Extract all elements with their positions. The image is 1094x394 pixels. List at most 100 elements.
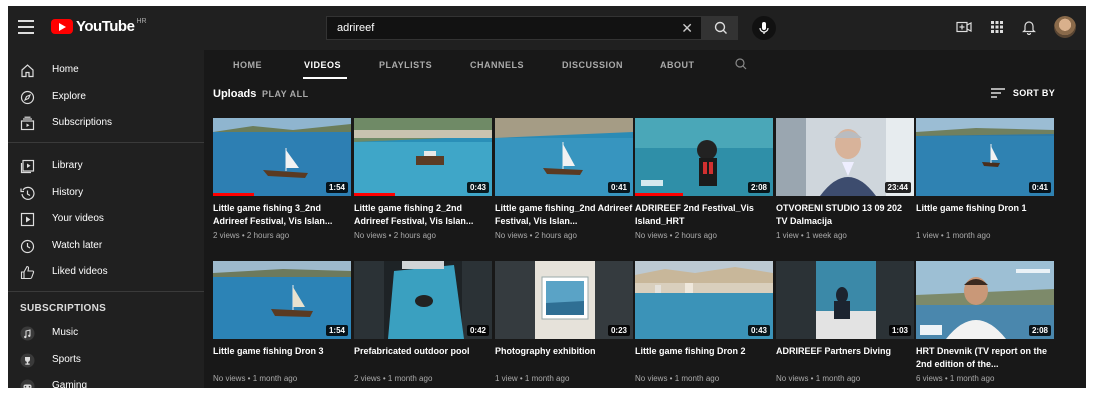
avatar[interactable] bbox=[1054, 16, 1076, 38]
video-meta: No views • 1 month ago bbox=[213, 374, 298, 383]
trophy-icon bbox=[20, 353, 35, 368]
voice-search-button[interactable] bbox=[752, 16, 776, 40]
menu-icon[interactable] bbox=[18, 20, 34, 34]
bell-icon[interactable] bbox=[1022, 19, 1036, 35]
sidebar-item-label: Watch later bbox=[52, 240, 103, 251]
search-input[interactable]: adrireef ✕ bbox=[326, 16, 702, 40]
subscription-item-music[interactable]: Music bbox=[8, 321, 204, 345]
video-thumbnail[interactable]: 2:08 bbox=[916, 261, 1054, 339]
mic-icon bbox=[759, 22, 769, 34]
video-duration: 0:43 bbox=[466, 182, 489, 193]
history-icon bbox=[20, 186, 35, 200]
sidebar-item-subscriptions[interactable]: Subscriptions bbox=[8, 111, 204, 135]
sidebar-item-watch-later[interactable]: Watch later bbox=[8, 234, 204, 258]
video-title[interactable]: HRT Dnevnik (TV report on the 2nd editio… bbox=[916, 345, 1054, 371]
tab-about[interactable]: ABOUT bbox=[660, 60, 695, 70]
video-title[interactable]: Photography exhibition bbox=[495, 345, 633, 371]
video-title[interactable]: Little game fishing 2_2nd Adrireef Festi… bbox=[354, 202, 492, 228]
channel-search-icon[interactable] bbox=[734, 57, 748, 71]
video-thumbnail[interactable]: 0:42 bbox=[354, 261, 492, 339]
tab-channels[interactable]: CHANNELS bbox=[470, 60, 524, 70]
video-card[interactable]: 2:08 HRT Dnevnik (TV report on the 2nd e… bbox=[916, 261, 1054, 383]
video-thumbnail[interactable]: 0:41 bbox=[495, 118, 633, 196]
video-thumbnail[interactable]: 0:23 bbox=[495, 261, 633, 339]
video-card[interactable]: 2:08 ADRIREEF 2nd Festival_Vis Island_HR… bbox=[635, 118, 773, 240]
video-title[interactable]: Prefabricated outdoor pool bbox=[354, 345, 492, 371]
play-all-button[interactable]: PLAY ALL bbox=[262, 89, 309, 99]
tab-discussion[interactable]: DISCUSSION bbox=[562, 60, 623, 70]
library-icon bbox=[20, 159, 35, 174]
subscription-item-sports[interactable]: Sports bbox=[8, 348, 204, 372]
video-card[interactable]: 1:54 Little game fishing Dron 3 No views… bbox=[213, 261, 351, 383]
video-title[interactable]: Little game fishing Dron 1 bbox=[916, 202, 1054, 228]
video-card[interactable]: 1:54 Little game fishing 3_2nd Adrireef … bbox=[213, 118, 351, 240]
video-thumbnail[interactable]: 1:54 bbox=[213, 261, 351, 339]
video-title[interactable]: Little game fishing_2nd Adrireef Festiva… bbox=[495, 202, 633, 228]
thumb-up-icon bbox=[20, 265, 35, 280]
youtube-logo[interactable]: YouTube HR bbox=[51, 18, 147, 35]
youtube-play-icon bbox=[51, 19, 73, 34]
video-card[interactable]: 0:43 Little game fishing 2_2nd Adrireef … bbox=[354, 118, 492, 240]
sidebar-item-home[interactable]: Home bbox=[8, 58, 204, 82]
video-meta: 1 view • 1 month ago bbox=[916, 231, 991, 240]
video-title[interactable]: Little game fishing Dron 3 bbox=[213, 345, 351, 371]
video-card[interactable]: 0:43 Little game fishing Dron 2 No views… bbox=[635, 261, 773, 383]
sidebar-item-liked-videos[interactable]: Liked videos bbox=[8, 260, 204, 284]
watch-progress-bar bbox=[635, 193, 684, 196]
video-card[interactable]: 0:41 Little game fishing Dron 1 1 view •… bbox=[916, 118, 1054, 240]
search-button[interactable] bbox=[702, 16, 738, 40]
sidebar-item-label: Gaming bbox=[52, 380, 88, 388]
sidebar-item-label: Subscriptions bbox=[52, 117, 113, 128]
sidebar-item-label: Library bbox=[52, 160, 83, 171]
sidebar-item-library[interactable]: Library bbox=[8, 154, 204, 178]
video-card[interactable]: 0:42 Prefabricated outdoor pool 2 views … bbox=[354, 261, 492, 383]
subscriptions-icon bbox=[20, 116, 35, 131]
apps-icon[interactable] bbox=[990, 20, 1004, 34]
video-card[interactable]: 0:23 Photography exhibition 1 view • 1 m… bbox=[495, 261, 633, 383]
video-thumbnail[interactable]: 23:44 bbox=[776, 118, 914, 196]
video-title[interactable]: ADRIREEF Partners Diving bbox=[776, 345, 914, 371]
video-card[interactable]: 1:03 ADRIREEF Partners Diving No views •… bbox=[776, 261, 914, 383]
video-duration: 2:08 bbox=[747, 182, 770, 193]
video-meta: No views • 1 month ago bbox=[635, 374, 720, 383]
video-card[interactable]: 0:41 Little game fishing_2nd Adrireef Fe… bbox=[495, 118, 633, 240]
video-thumbnail[interactable]: 1:54 bbox=[213, 118, 351, 196]
video-duration: 1:03 bbox=[888, 325, 911, 336]
create-video-icon[interactable] bbox=[956, 19, 972, 35]
top-bar: YouTube HR adrireef ✕ bbox=[8, 6, 1086, 50]
subscription-item-gaming[interactable]: Gaming bbox=[8, 374, 204, 388]
sidebar-item-explore[interactable]: Explore bbox=[8, 85, 204, 109]
video-card[interactable]: 23:44 OTVORENI STUDIO 13 09 202 TV Dalma… bbox=[776, 118, 914, 240]
tab-playlists[interactable]: PLAYLISTS bbox=[379, 60, 432, 70]
video-meta: 2 views • 2 hours ago bbox=[213, 231, 290, 240]
clear-search-icon[interactable]: ✕ bbox=[681, 20, 693, 37]
video-thumbnail[interactable]: 0:41 bbox=[916, 118, 1054, 196]
video-thumbnail[interactable]: 1:03 bbox=[776, 261, 914, 339]
sort-by-label: SORT BY bbox=[1012, 88, 1055, 98]
video-duration: 1:54 bbox=[325, 325, 348, 336]
sidebar-item-label: Home bbox=[52, 64, 79, 75]
clock-icon bbox=[20, 239, 35, 254]
sidebar: Home Explore Subscriptions Library Histo… bbox=[8, 50, 204, 388]
video-thumbnail[interactable]: 2:08 bbox=[635, 118, 773, 196]
video-duration: 0:23 bbox=[607, 325, 630, 336]
tab-videos[interactable]: VIDEOS bbox=[304, 60, 341, 70]
video-thumbnail[interactable]: 0:43 bbox=[354, 118, 492, 196]
header-actions bbox=[956, 16, 1076, 38]
search-icon bbox=[714, 21, 727, 34]
music-icon bbox=[20, 326, 35, 341]
sidebar-item-history[interactable]: History bbox=[8, 181, 204, 205]
video-title[interactable]: Little game fishing 3_2nd Adrireef Festi… bbox=[213, 202, 351, 228]
sidebar-item-label: History bbox=[52, 187, 84, 198]
sidebar-divider bbox=[8, 291, 204, 292]
video-title[interactable]: OTVORENI STUDIO 13 09 202 TV Dalmacija bbox=[776, 202, 914, 228]
video-thumbnail[interactable]: 0:43 bbox=[635, 261, 773, 339]
sort-by-button[interactable]: SORT BY bbox=[990, 88, 1055, 98]
video-title[interactable]: Little game fishing Dron 2 bbox=[635, 345, 773, 371]
sidebar-item-label: Your videos bbox=[52, 213, 104, 224]
video-meta: 6 views • 1 month ago bbox=[916, 374, 995, 383]
video-title[interactable]: ADRIREEF 2nd Festival_Vis Island_HRT bbox=[635, 202, 773, 228]
video-duration: 23:44 bbox=[884, 182, 911, 193]
tab-home[interactable]: HOME bbox=[233, 60, 262, 70]
sidebar-item-your-videos[interactable]: Your videos bbox=[8, 207, 204, 231]
